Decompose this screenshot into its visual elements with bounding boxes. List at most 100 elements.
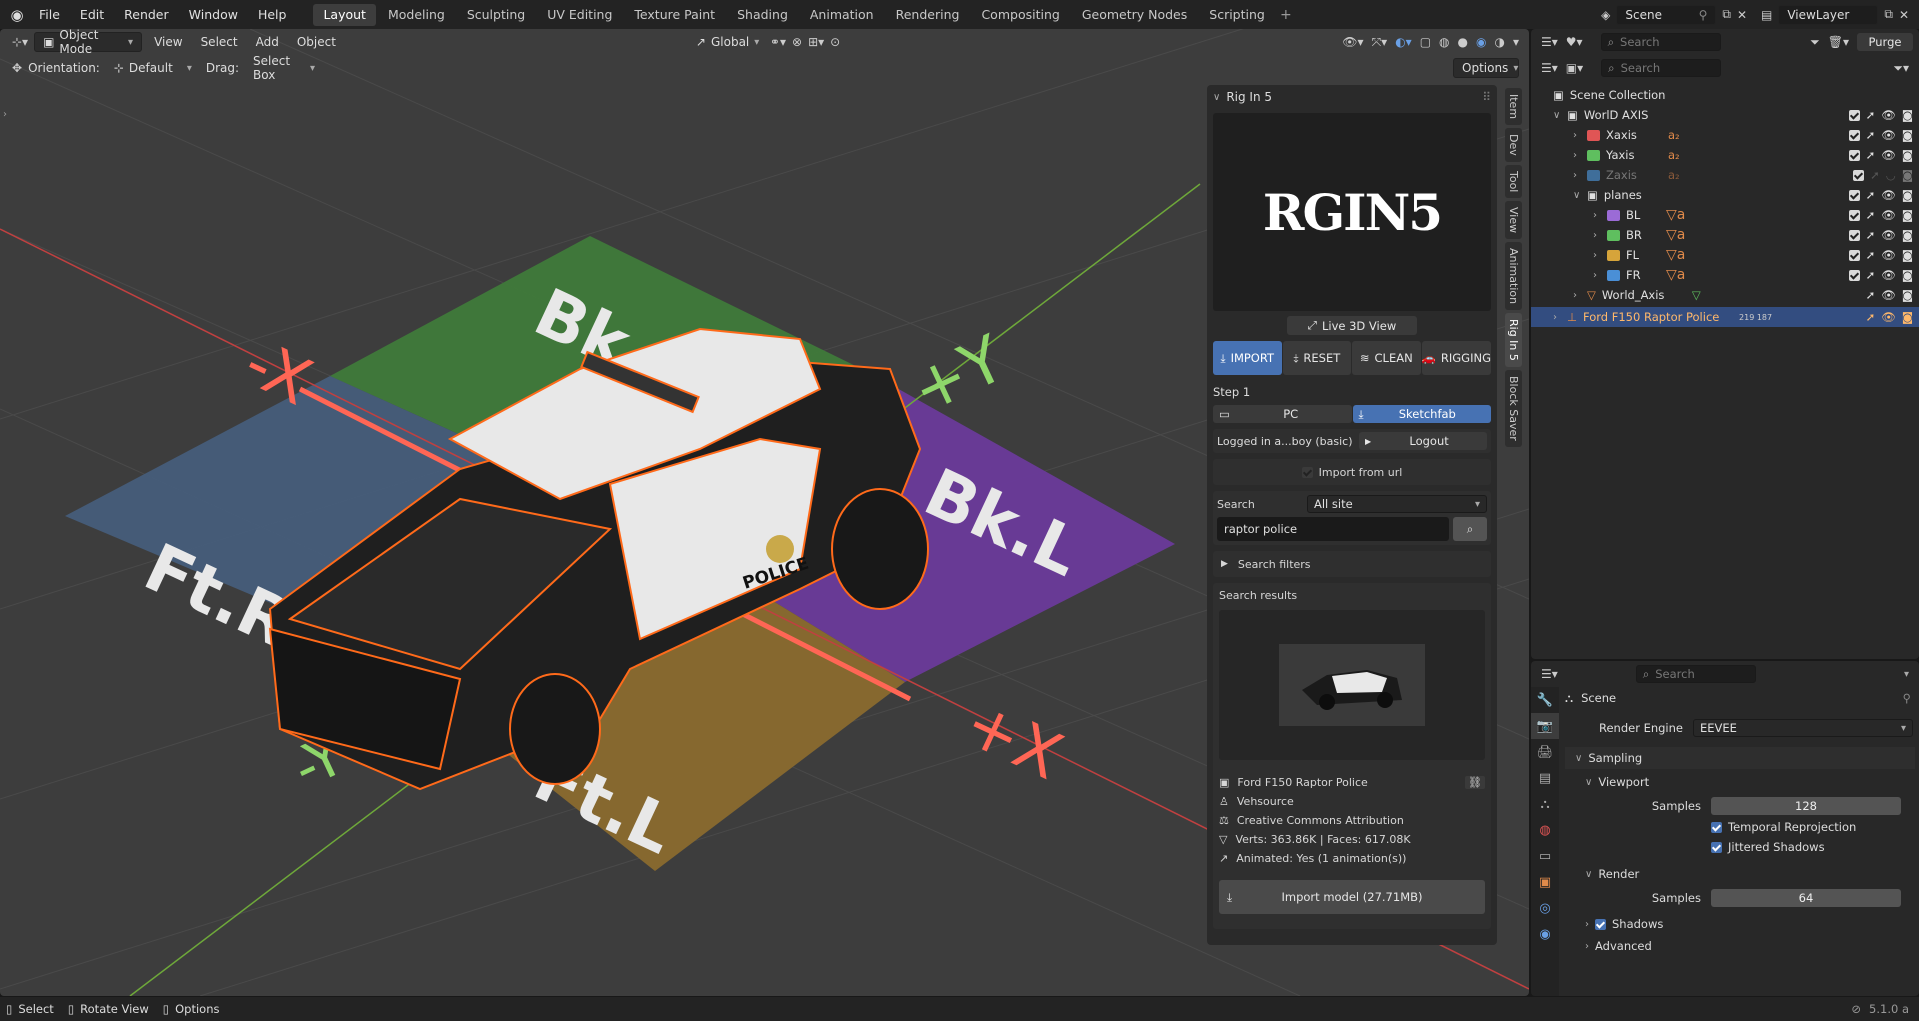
search-scope-dropdown[interactable]: All site ▾: [1307, 495, 1487, 513]
exclude-checkbox[interactable]: [1848, 209, 1860, 221]
orientation-selector[interactable]: ⊹ Default ▾: [106, 58, 200, 78]
outliner-row-world-axis[interactable]: ∨ ▣ WorlD AXIS ➚ 👁 ◙: [1531, 105, 1919, 125]
menu-file[interactable]: File: [30, 4, 69, 26]
viewport-menu-select[interactable]: Select: [195, 35, 244, 49]
menu-window[interactable]: Window: [180, 4, 247, 26]
camera-icon[interactable]: ◙: [1902, 248, 1913, 262]
select-arrow-icon[interactable]: ➚: [1866, 310, 1876, 324]
select-arrow-icon[interactable]: ➚: [1866, 188, 1876, 202]
rendered-shading-icon[interactable]: ◑: [1494, 35, 1504, 49]
expand-chevron-icon[interactable]: ›: [1593, 210, 1607, 221]
link-icon[interactable]: ⛓: [1465, 775, 1485, 789]
tab-import[interactable]: ⤓ IMPORT: [1213, 341, 1282, 375]
eye-icon[interactable]: 👁: [1881, 248, 1896, 262]
output-tab-icon[interactable]: 🖨: [1531, 739, 1559, 765]
blender-logo-icon[interactable]: ◉: [6, 6, 28, 24]
viewport-menu-object[interactable]: Object: [291, 35, 342, 49]
search-query-input[interactable]: raptor police: [1217, 517, 1449, 541]
eye-icon[interactable]: 👁: [1881, 310, 1896, 324]
chevron-down-icon[interactable]: ▾: [1904, 669, 1909, 680]
drag-selector[interactable]: Select Box ▾: [245, 54, 323, 82]
collection-tab-icon[interactable]: ▭: [1531, 843, 1559, 869]
trash-icon[interactable]: 🗑▾: [1828, 35, 1849, 49]
outliner-row-fl[interactable]: › FL ▽a ➚ 👁 ◙: [1531, 245, 1919, 265]
tab-clean[interactable]: ≋ CLEAN: [1352, 341, 1421, 375]
select-arrow-icon[interactable]: ➚: [1866, 248, 1876, 262]
tool-tab-icon[interactable]: 🔧: [1531, 687, 1559, 713]
overlay-icon[interactable]: ◐▾: [1395, 35, 1412, 49]
display-mode-icon-2[interactable]: ▣▾: [1566, 61, 1583, 75]
expand-chevron-icon[interactable]: ›: [1573, 150, 1587, 161]
camera-icon[interactable]: ◙: [1902, 208, 1913, 222]
add-workspace-icon[interactable]: +: [1277, 7, 1295, 23]
eye-icon[interactable]: 👁: [1881, 108, 1896, 122]
toolbar-expand-icon[interactable]: ›: [3, 109, 7, 120]
material-shading-icon[interactable]: ◉: [1476, 35, 1486, 49]
expand-chevron-icon[interactable]: ›: [1593, 250, 1607, 261]
camera-icon[interactable]: ◙: [1902, 168, 1913, 182]
viewport-menu-add[interactable]: Add: [250, 35, 285, 49]
outliner-row-xaxis[interactable]: › Xaxis a₂ ➚ 👁 ◙: [1531, 125, 1919, 145]
outliner-search-input[interactable]: ⌕ Search: [1600, 33, 1721, 51]
outliner-row-yaxis[interactable]: › Yaxis a₂ ➚ 👁 ◙: [1531, 145, 1919, 165]
shadows-checkbox[interactable]: [1595, 918, 1606, 930]
render-tab-icon[interactable]: 📷: [1531, 713, 1559, 739]
expand-chevron-icon[interactable]: ›: [1553, 312, 1567, 323]
render-engine-dropdown[interactable]: EEVEE ▾: [1693, 719, 1913, 737]
visibility-icon[interactable]: 👁▾: [1342, 35, 1363, 49]
snap-target-icon[interactable]: ⊞▾: [808, 35, 824, 49]
temporal-reprojection-checkbox[interactable]: [1711, 821, 1722, 833]
delete-scene-icon[interactable]: ✕: [1737, 8, 1747, 22]
view-layer-tab-icon[interactable]: ▤: [1531, 765, 1559, 791]
sidebar-tab-block-saver[interactable]: Block Saver: [1505, 370, 1522, 448]
wireframe-shading-icon[interactable]: ◍: [1439, 35, 1449, 49]
workspace-tab-rendering[interactable]: Rendering: [886, 4, 970, 26]
exclude-checkbox[interactable]: [1848, 149, 1860, 161]
workspace-tab-sculpting[interactable]: Sculpting: [457, 4, 535, 26]
select-arrow-icon[interactable]: ➚: [1866, 228, 1876, 242]
proportional-edit-icon[interactable]: ⊙: [830, 35, 840, 49]
camera-icon[interactable]: ◙: [1902, 108, 1913, 122]
tab-rigging[interactable]: 🚗 RIGGING: [1421, 341, 1491, 375]
workspace-tab-animation[interactable]: Animation: [800, 4, 884, 26]
world-tab-icon[interactable]: ◍: [1531, 817, 1559, 843]
workspace-tab-modeling[interactable]: Modeling: [378, 4, 455, 26]
sidebar-tab-rig-in-5[interactable]: Rig In 5: [1505, 313, 1522, 368]
viewport-samples-field[interactable]: 128: [1711, 797, 1901, 815]
jittered-shadows-checkbox[interactable]: [1711, 841, 1722, 853]
sidebar-tab-item[interactable]: Item: [1505, 88, 1522, 126]
select-arrow-icon[interactable]: ➚: [1866, 208, 1876, 222]
workspace-tab-layout[interactable]: Layout: [313, 3, 376, 26]
render-samples-field[interactable]: 64: [1711, 889, 1901, 907]
viewport-menu-view[interactable]: View: [148, 35, 188, 49]
gizmo-icon[interactable]: ⤧▾: [1372, 35, 1388, 50]
new-scene-icon[interactable]: ⧉: [1722, 7, 1731, 22]
exclude-checkbox[interactable]: [1848, 229, 1860, 241]
eye-icon[interactable]: 👁: [1881, 188, 1896, 202]
editor-type-icon[interactable]: ☰▾: [1541, 667, 1558, 681]
camera-icon[interactable]: ◙: [1902, 310, 1913, 324]
viewport-subsection[interactable]: ∨ Viewport: [1561, 771, 1919, 793]
expand-chevron-icon[interactable]: ›: [1573, 170, 1587, 181]
camera-icon[interactable]: ◙: [1902, 188, 1913, 202]
camera-icon[interactable]: ◙: [1902, 228, 1913, 242]
purge-button[interactable]: Purge: [1857, 33, 1913, 51]
outliner-search-input-2[interactable]: ⌕ Search: [1601, 59, 1722, 77]
editor-type-icon-2[interactable]: ☰▾: [1541, 61, 1558, 75]
outliner-row-world-axis-object[interactable]: › ▽ World_Axis ▽ ➚ 👁 ◙: [1531, 285, 1919, 305]
workspace-tab-geometry-nodes[interactable]: Geometry Nodes: [1072, 4, 1197, 26]
expand-chevron-icon[interactable]: ›: [1573, 130, 1587, 141]
solid-shading-icon[interactable]: ●: [1458, 35, 1468, 49]
exclude-checkbox[interactable]: [1848, 189, 1860, 201]
sampling-section[interactable]: ∨ Sampling: [1565, 747, 1915, 769]
sidebar-tab-tool[interactable]: Tool: [1505, 164, 1522, 199]
menu-help[interactable]: Help: [249, 4, 296, 26]
menu-edit[interactable]: Edit: [71, 4, 113, 26]
camera-icon[interactable]: ◙: [1902, 288, 1913, 302]
pivot-icon[interactable]: ⚭▾: [770, 35, 786, 49]
select-arrow-icon[interactable]: ➚: [1870, 168, 1880, 182]
workspace-tab-shading[interactable]: Shading: [727, 4, 798, 26]
new-view-layer-icon[interactable]: ⧉: [1884, 7, 1893, 22]
collapse-chevron-icon[interactable]: ∨: [1213, 92, 1220, 103]
pin-icon[interactable]: ⚲: [1903, 691, 1911, 705]
